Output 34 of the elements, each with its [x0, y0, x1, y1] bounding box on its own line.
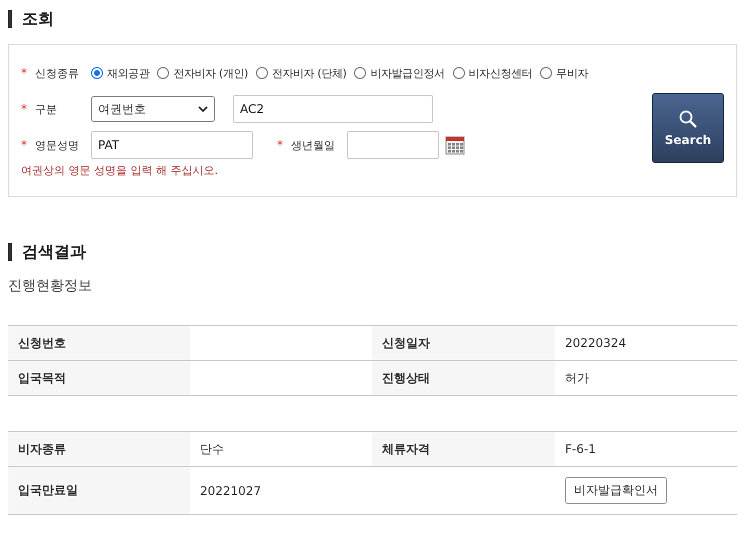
table-header-cell: 신청번호 — [8, 326, 190, 361]
english-name-field[interactable]: PAT — [91, 131, 253, 159]
required-mark: * — [277, 138, 284, 152]
field-label: 영문성명 — [35, 138, 80, 152]
category-select[interactable]: 여권번호 — [91, 96, 215, 122]
radio-option[interactable]: 전자비자 (개인) — [157, 66, 248, 80]
required-mark: * — [21, 102, 28, 116]
passport-number-field[interactable]: AC2 — [233, 95, 433, 123]
field-label: 생년월일 — [291, 138, 336, 152]
radio-option[interactable]: 재외공관 — [91, 66, 150, 80]
section-title: 조회 — [8, 8, 737, 30]
calendar-icon[interactable] — [445, 135, 465, 155]
subsection-title: 진행현황정보 — [8, 277, 93, 295]
radio-option[interactable]: 무비자 — [540, 66, 588, 80]
field-label: 신청종류 — [35, 66, 80, 80]
search-icon — [678, 109, 698, 129]
table-header-cell: 입국목적 — [8, 361, 190, 396]
required-mark: * — [21, 66, 28, 80]
chevron-down-icon — [198, 106, 208, 112]
birth-date-field[interactable] — [347, 131, 439, 159]
section-title: 검색결과 — [8, 241, 737, 263]
table-header-cell: 입국만료일 — [8, 467, 190, 515]
hint-text: 여권상의 영문 성명을 입력 해 주십시오. — [21, 163, 219, 178]
field-label: 구분 — [35, 102, 58, 116]
radio-option[interactable]: 비자발급인정서 — [354, 66, 445, 80]
table-header-cell: 신청일자 — [372, 326, 555, 361]
table-header-cell: 진행상태 — [372, 361, 555, 396]
radio-option[interactable]: 전자비자 (단체) — [256, 66, 346, 80]
search-button[interactable]: Search — [652, 93, 724, 163]
table-header-cell: 비자종류 — [8, 432, 190, 467]
table-header-cell: 체류자격 — [372, 432, 555, 467]
certificate-button[interactable]: 비자발급확인서 — [565, 477, 667, 504]
required-mark: * — [21, 138, 28, 152]
radio-option[interactable]: 비자신청센터 — [452, 66, 532, 80]
